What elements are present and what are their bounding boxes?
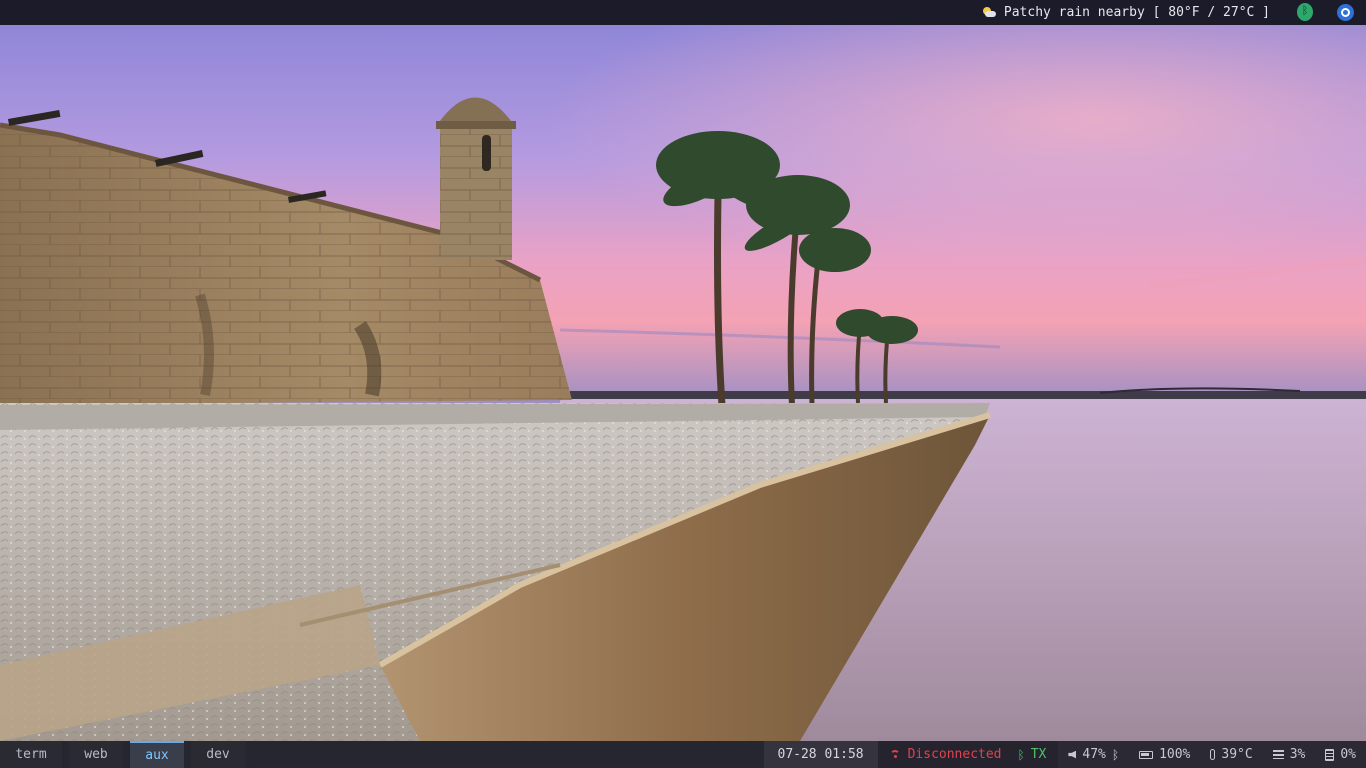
network-text: Disconnected	[907, 747, 1002, 762]
workspace-label: term	[15, 747, 47, 762]
clock[interactable]: 07-28 01:58	[763, 741, 878, 768]
top-bar: Patchy rain nearby [ 80°F / 27°C ]	[0, 0, 1366, 25]
thermometer-icon	[1210, 749, 1216, 760]
volume-status[interactable]: 47% ᛒ	[1058, 741, 1130, 768]
sun-behind-cloud-icon	[982, 6, 996, 20]
clock-text: 07-28 01:58	[777, 747, 864, 762]
network-status[interactable]: Disconnected	[877, 741, 1014, 768]
network-tray-icon[interactable]	[1337, 3, 1354, 21]
bluetooth-status[interactable]: ᛒ TX	[1013, 741, 1059, 768]
memory-text: 0%	[1340, 747, 1356, 762]
workspace-dev[interactable]: dev	[191, 741, 245, 768]
workspace-term[interactable]: term	[0, 741, 62, 768]
bluetooth-text: TX	[1030, 747, 1047, 762]
workspace-aux[interactable]: aux	[130, 741, 184, 768]
memory-icon	[1325, 748, 1335, 761]
memory-status[interactable]: 0%	[1315, 741, 1366, 768]
workspace-label: aux	[145, 748, 169, 763]
volume-text: 47%	[1082, 747, 1106, 762]
cpu-icon	[1272, 750, 1284, 759]
system-tray	[1297, 3, 1354, 21]
workspace-label: web	[84, 747, 108, 762]
workspace-label: dev	[206, 747, 230, 762]
desktop-wallpaper	[0, 25, 1366, 741]
speaker-icon	[1068, 750, 1077, 759]
battery-status[interactable]: 100%	[1129, 741, 1201, 768]
battery-icon	[1139, 750, 1154, 759]
bottom-bar: term web aux dev 07-28 01:58 Disconnecte…	[0, 741, 1366, 768]
bluetooth-icon: ᛒ	[1017, 747, 1025, 762]
temperature-status[interactable]: 39°C	[1200, 741, 1263, 768]
status-area: 07-28 01:58 Disconnected ᛒ TX 47% ᛒ 100%…	[763, 741, 1366, 768]
cpu-text: 3%	[1289, 747, 1306, 762]
wifi-icon	[889, 750, 902, 759]
battery-text: 100%	[1159, 747, 1191, 762]
bluetooth-tray-icon[interactable]	[1297, 3, 1313, 21]
bluetooth-audio-icon: ᛒ	[1111, 747, 1120, 762]
weather-widget[interactable]: Patchy rain nearby [ 80°F / 27°C ]	[982, 0, 1270, 25]
temperature-text: 39°C	[1221, 747, 1253, 762]
cpu-status[interactable]: 3%	[1262, 741, 1316, 768]
workspace-web[interactable]: web	[69, 741, 123, 768]
weather-text: Patchy rain nearby [ 80°F / 27°C ]	[1003, 5, 1270, 20]
